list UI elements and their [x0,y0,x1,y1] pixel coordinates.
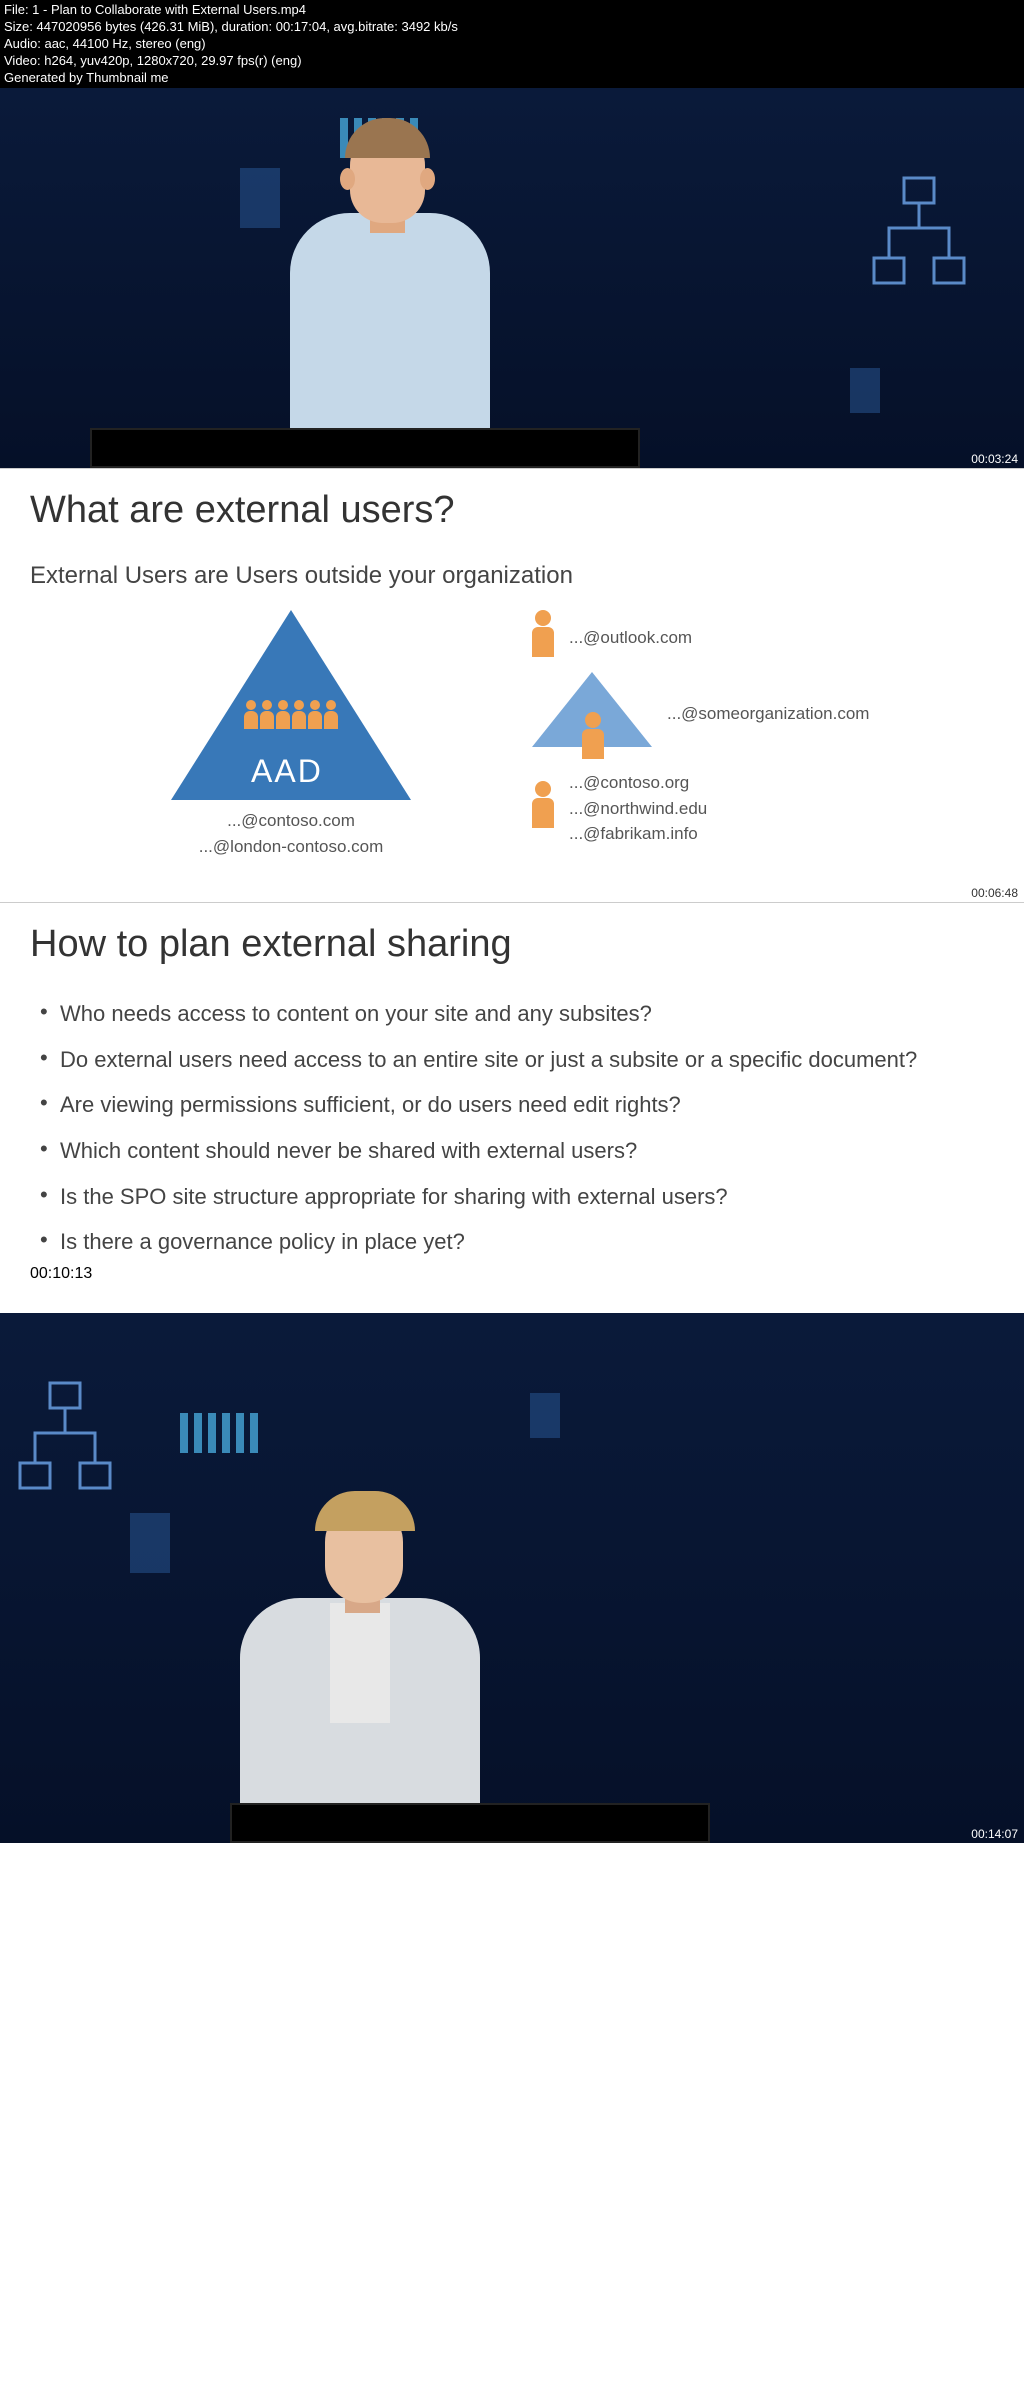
slide-external-users: What are external users? External Users … [0,468,1024,902]
domain-outlook: ...@outlook.com [569,625,692,651]
size-line: Size: 447020956 bytes (426.31 MiB), dura… [4,19,1020,36]
file-line: File: 1 - Plan to Collaborate with Exter… [4,2,1020,19]
person-icon [532,610,554,657]
timestamp: 00:03:24 [971,452,1018,466]
timestamp: 00:10:13 [30,1265,994,1283]
file-info-header: File: 1 - Plan to Collaborate with Exter… [0,0,1024,88]
list-item: Who needs access to content on your site… [40,991,994,1037]
presenter-1 [270,108,500,438]
list-item: Is the SPO site structure appropriate fo… [40,1174,994,1220]
thumbnail-frame-4: 00:14:07 [0,1313,1024,1843]
monitor [90,428,640,468]
video-line: Video: h264, yuv420p, 1280x720, 29.97 fp… [4,53,1020,70]
timestamp: 00:06:48 [971,886,1018,900]
list-item: Which content should never be shared wit… [40,1128,994,1174]
domain-someorg: ...@someorganization.com [667,701,869,727]
aad-triangle-group: AAD ...@contoso.com ...@london-contoso.c… [90,610,492,862]
aad-triangle-icon: AAD [171,610,411,800]
slide-title: What are external users? [30,489,994,532]
list-item: Do external users need access to an enti… [40,1037,994,1083]
domain-list: ...@contoso.org ...@northwind.edu ...@fa… [569,770,707,847]
slide-title: How to plan external sharing [30,923,994,966]
list-item: Is there a governance policy in place ye… [40,1219,994,1265]
aad-label: AAD [251,753,323,790]
bg-diagram-icon [864,168,984,308]
bg-square [850,368,880,413]
bg-ticks [180,1413,258,1453]
list-item: Are viewing permissions sufficient, or d… [40,1082,994,1128]
person-icon [532,781,554,828]
diagram-area: AAD ...@contoso.com ...@london-contoso.c… [30,610,994,892]
bg-square [530,1393,560,1438]
left-domains: ...@contoso.com ...@london-contoso.com [90,808,492,859]
bg-diagram-icon [10,1373,130,1513]
audio-line: Audio: aac, 44100 Hz, stereo (eng) [4,36,1020,53]
aad-people-icons [241,700,341,729]
thumbnail-frame-1: 00:03:24 [0,88,1024,468]
slide-plan-sharing: How to plan external sharing Who needs a… [0,902,1024,1313]
slide-subtitle: External Users are Users outside your or… [30,562,994,590]
external-examples: ...@outlook.com ...@someorganization.com… [532,610,934,862]
bg-square [130,1513,170,1573]
bullet-list: Who needs access to content on your site… [30,991,994,1265]
generated-line: Generated by Thumbnail me [4,70,1020,87]
monitor [230,1803,710,1843]
timestamp: 00:14:07 [971,1827,1018,1841]
presenter-2 [230,1473,490,1823]
small-org-triangle-icon [532,672,652,747]
person-icon [582,712,604,759]
